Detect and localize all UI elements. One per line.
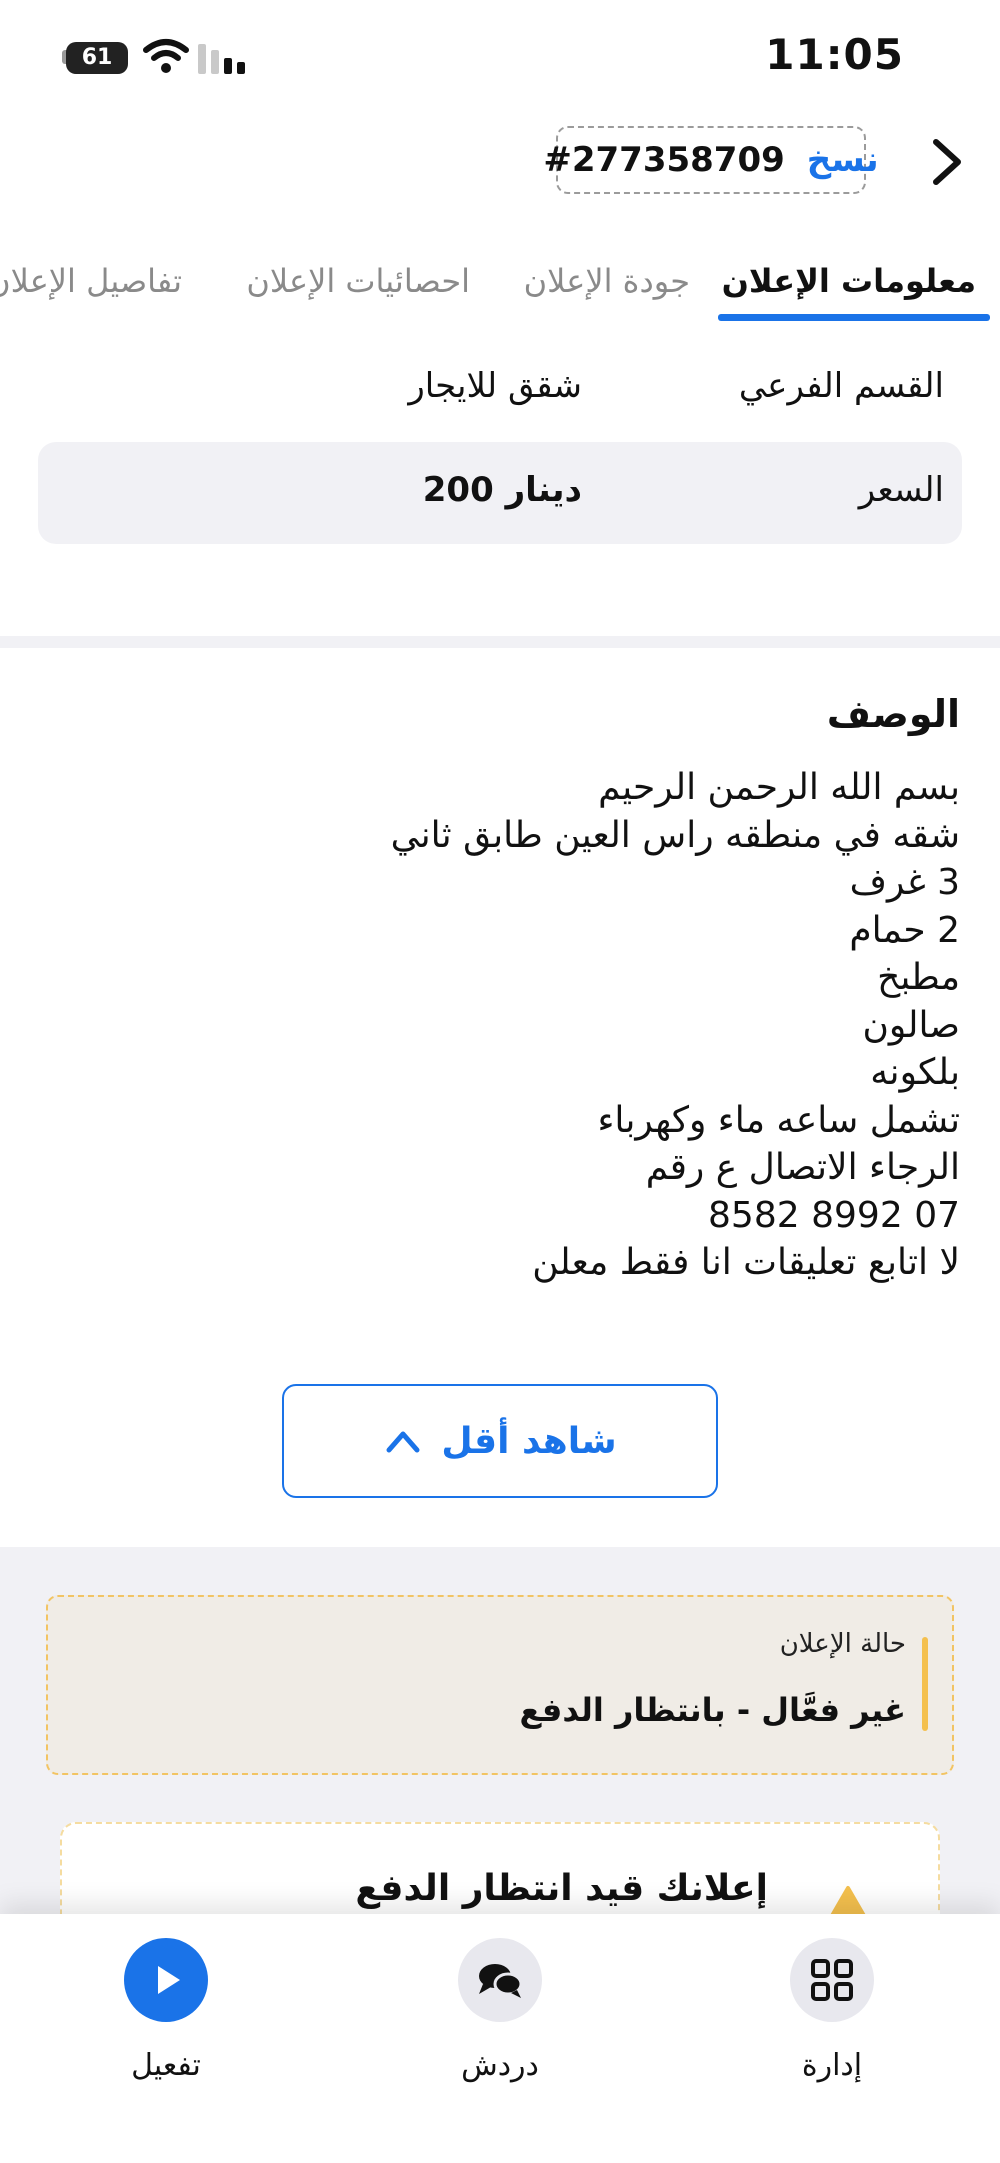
- price-value: 200 دينار: [422, 470, 582, 510]
- description-line: 2 حمام: [849, 909, 960, 951]
- ad-id: #277358709: [543, 140, 785, 180]
- description-line: 3 غرف: [849, 862, 960, 903]
- copy-button[interactable]: نسخ: [807, 140, 879, 180]
- battery-icon: 61: [66, 42, 128, 74]
- tab-ad-info[interactable]: معلومات الإعلان: [722, 262, 976, 300]
- activate-label: تفعيل: [131, 2048, 201, 2083]
- grid-icon: [790, 1938, 874, 2022]
- show-less-button[interactable]: شاهد أقل: [282, 1384, 718, 1498]
- status-time: 11:05: [765, 30, 904, 79]
- price-label: السعر: [858, 470, 944, 510]
- description-line: تشمل ساعه ماء وكهرباء: [597, 1099, 960, 1141]
- pending-payment-title: إعلانك قيد انتظار الدفع: [355, 1868, 768, 1909]
- chat-icon: [458, 1938, 542, 2022]
- ad-id-copy-box[interactable]: نسخ #277358709: [543, 126, 879, 194]
- activate-button[interactable]: تفعيل: [66, 1938, 266, 2083]
- ad-status-card: حالة الإعلان غير فعَّال - بانتظار الدفع: [46, 1595, 954, 1775]
- description-line: بلكونه: [870, 1052, 960, 1093]
- signal-icon: [198, 44, 245, 74]
- ad-status-value: غير فعَّال - بانتظار الدفع: [519, 1691, 906, 1729]
- back-chevron-icon[interactable]: [924, 132, 970, 192]
- manage-button[interactable]: إدارة: [732, 1938, 932, 2083]
- subcategory-label: القسم الفرعي: [738, 366, 944, 406]
- bottom-action-bar: تفعيل دردش إدارة: [0, 1914, 1000, 2163]
- chat-label: دردش: [461, 2048, 539, 2083]
- description-line: لا اتابع تعليقات انا فقط معلن: [532, 1242, 960, 1283]
- section-divider: [0, 636, 1000, 648]
- tab-ad-details[interactable]: تفاصيل الإعلان: [0, 262, 182, 300]
- wifi-icon: [143, 39, 189, 73]
- description-line: بسم الله الرحمن الرحيم: [598, 767, 960, 808]
- tab-bar: معلومات الإعلان جودة الإعلان احصائيات ال…: [0, 262, 1000, 322]
- status-accent-bar: [922, 1637, 928, 1731]
- description-text: بسم الله الرحمن الرحيم شقه في منطقه راس …: [60, 764, 960, 1287]
- subcategory-value: شقق للايجار: [408, 366, 582, 406]
- chevron-up-icon: [386, 1431, 420, 1453]
- description-line: مطبخ: [877, 957, 960, 998]
- description-line: 07 8992 8582: [708, 1194, 960, 1236]
- tab-ad-quality[interactable]: جودة الإعلان: [524, 262, 690, 300]
- tab-ad-stats[interactable]: احصائيات الإعلان: [246, 262, 470, 300]
- manage-label: إدارة: [801, 2048, 863, 2083]
- active-tab-indicator: [718, 314, 990, 321]
- play-icon: [124, 1938, 208, 2022]
- description-title: الوصف: [826, 692, 960, 736]
- description-line: شقه في منطقه راس العين طابق ثاني: [390, 814, 960, 856]
- chat-button[interactable]: دردش: [400, 1938, 600, 2083]
- ad-status-caption: حالة الإعلان: [779, 1629, 906, 1659]
- description-line: صالون: [862, 1004, 960, 1046]
- description-line: الرجاء الاتصال ع رقم: [645, 1147, 960, 1188]
- show-less-label: شاهد أقل: [441, 1420, 617, 1462]
